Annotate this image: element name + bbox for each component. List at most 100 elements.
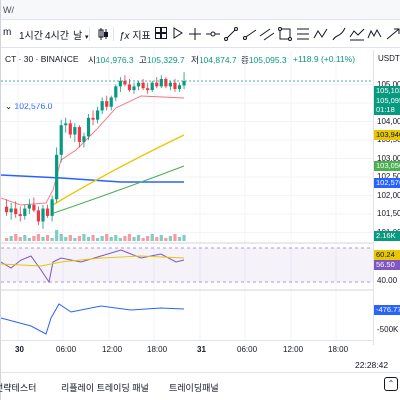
volume-bar — [164, 238, 168, 241]
volume-bar — [82, 234, 86, 241]
time-tick: 06:00 — [56, 345, 77, 354]
bottom-panel-tabs: 전략테스터 리플레이 트레이딩 패널 트레이딩패널 ⌃ — [0, 372, 400, 400]
volume-bar — [55, 230, 59, 241]
candle-body — [105, 101, 109, 107]
volume-bar — [105, 234, 109, 241]
volume-bar — [91, 235, 95, 241]
volume-bar — [118, 238, 122, 241]
volume-bar — [177, 237, 182, 241]
candle-body — [168, 82, 172, 87]
candle-body — [155, 82, 159, 87]
time-tick: 06:00 — [237, 345, 258, 354]
candle-body — [146, 88, 150, 91]
candle-body — [100, 101, 104, 111]
candle-body — [159, 78, 163, 87]
volume-bar — [5, 238, 9, 241]
ma-red-line — [1, 95, 185, 206]
candle-body — [132, 86, 136, 91]
ma-green-line — [50, 165, 185, 215]
volume-bars — [5, 230, 186, 241]
volume-bar — [146, 236, 150, 241]
chart-window: W/ m 1시간 4시간 날 ▾ ƒx 지표 CT · 30 · BINANCE — [0, 0, 400, 400]
volume-bar — [73, 238, 77, 241]
candle-body — [73, 127, 77, 135]
price-tick: 102,000.0 — [377, 190, 400, 200]
rsi-label: 60.24 — [374, 250, 400, 260]
price-tick: 101,500.0 — [377, 209, 400, 219]
time-tick: 12:00 — [102, 345, 123, 354]
candle-body — [136, 82, 141, 87]
candle-body — [50, 199, 54, 216]
volume-bar — [14, 234, 18, 241]
volume-bar — [109, 237, 113, 241]
volume-bar — [41, 237, 45, 241]
volume-bar — [173, 234, 177, 241]
candle-body — [77, 127, 81, 142]
volume-bar — [68, 235, 72, 241]
volume-bar — [27, 238, 31, 241]
candle-body — [177, 85, 182, 89]
volume-bar — [86, 237, 91, 241]
moving-averages — [1, 95, 185, 215]
volume-bar — [127, 234, 132, 241]
candle-body — [9, 208, 13, 213]
macd-label: -476.77 — [374, 305, 400, 315]
candle-body — [23, 208, 27, 216]
price-tick: 104,000.0 — [377, 116, 400, 126]
candles — [1, 72, 373, 229]
candle-body — [27, 204, 31, 209]
candle-body — [55, 154, 59, 200]
tab-trading-panel[interactable]: 트레이딩패널 — [169, 381, 219, 394]
candle-body — [5, 206, 9, 213]
time-tick: 12:00 — [283, 345, 304, 354]
candle-body — [18, 214, 22, 216]
volume-bar — [50, 238, 54, 241]
candle-body — [141, 82, 145, 89]
volume-bar — [96, 238, 100, 241]
candle-body — [32, 204, 36, 211]
rsi-band — [1, 248, 373, 282]
candle-body — [118, 80, 122, 87]
volume-bar — [64, 237, 68, 241]
price-label: 2.16K — [374, 231, 400, 241]
candle-body — [150, 82, 154, 91]
time-tick: 18:00 — [147, 345, 168, 354]
macd-tick: -500K — [377, 325, 399, 334]
volume-bar — [155, 237, 159, 241]
more-drawing-tools-icon[interactable] — [385, 26, 400, 42]
price-label: 105,103. — [374, 86, 400, 96]
volume-bar — [23, 235, 27, 241]
candle-body — [114, 86, 118, 98]
volume-bar — [141, 238, 145, 241]
volume-bar — [45, 235, 50, 241]
tab-replay-trading[interactable]: 리플레이 트레이딩 패널 — [61, 381, 149, 394]
volume-bar — [32, 236, 36, 241]
currency-label: USDT — [378, 54, 400, 63]
price-label: 103,940. — [374, 130, 400, 140]
candle-body — [164, 78, 168, 87]
candle-body — [45, 208, 50, 216]
candle-body — [123, 80, 127, 85]
candle-body — [82, 136, 86, 142]
rsi-tick: 40.00 — [377, 276, 398, 285]
price-label: 102,576. — [374, 178, 400, 188]
time-tick: 30 — [15, 345, 24, 354]
collapse-icon[interactable]: ⌃ — [384, 377, 398, 391]
volume-bar — [9, 236, 13, 241]
tab-strategy-tester[interactable]: 전략테스터 — [0, 381, 36, 394]
volume-bar — [182, 235, 186, 241]
volume-bar — [59, 234, 63, 241]
price-label: 103,050. — [374, 161, 400, 171]
chart-area[interactable] — [1, 0, 373, 340]
volume-bar — [18, 237, 22, 241]
candle-body — [91, 117, 95, 120]
volume-bar — [114, 235, 118, 241]
volume-bar — [77, 236, 81, 241]
volume-bar — [36, 234, 41, 241]
indicator-panes — [1, 242, 373, 291]
candle-body — [173, 82, 177, 89]
time-tick: 18:00 — [328, 345, 349, 354]
rsi-label: 56.50 — [374, 260, 400, 270]
candle-body — [127, 84, 132, 91]
volume-bar — [132, 237, 136, 241]
